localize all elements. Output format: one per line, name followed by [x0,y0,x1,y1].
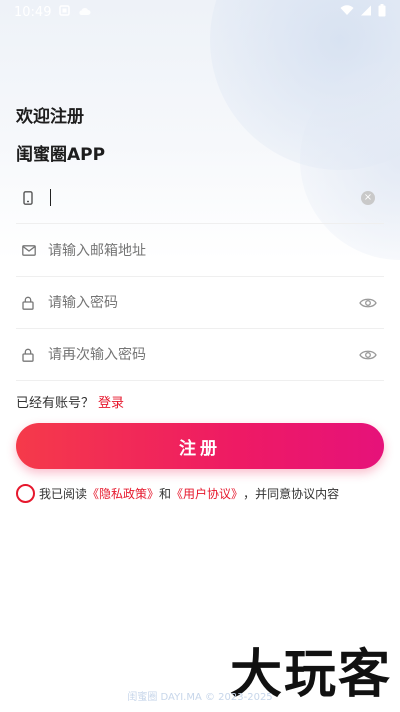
phone-field[interactable]: × [16,172,384,224]
user-agreement-link[interactable]: 《用户协议》 [171,485,243,502]
notification-icon [59,4,71,20]
status-bar: 10:49 [0,0,400,24]
phone-icon [22,190,42,205]
agreement-row: 我已阅读 《隐私政策》 和 《用户协议》 ，并同意协议内容 [16,484,339,503]
email-input[interactable] [48,242,384,259]
cloud-icon [78,5,91,20]
password-field[interactable] [16,277,384,329]
footer-copyright: 闺蜜圈 DAYI.MA © 2023-2025 [127,692,273,703]
email-field[interactable] [16,225,384,277]
confirm-password-input[interactable] [48,346,356,363]
welcome-title: 欢迎注册 [16,107,84,127]
agreement-and: 和 [159,487,172,501]
agreement-prefix: 我已阅读 [39,487,88,501]
privacy-policy-link[interactable]: 《隐私政策》 [87,485,159,502]
agreement-suffix: ，并同意协议内容 [243,487,340,501]
login-link[interactable]: 登录 [98,396,124,411]
register-button[interactable]: 注册 [16,423,384,469]
password-input[interactable] [48,294,356,311]
agreement-checkbox[interactable] [16,484,35,503]
toggle-confirm-password-visibility[interactable] [356,349,380,361]
eye-icon [359,298,377,307]
clear-icon: × [361,190,375,205]
lock-icon [22,296,42,310]
app-name-title: 闺蜜圈APP [16,145,106,165]
status-time: 10:49 [14,4,52,20]
lock-icon [22,348,42,362]
login-prompt-text: 已经有账号？ [16,396,95,411]
wifi-icon [340,4,354,20]
signal-icon [360,5,372,20]
toggle-password-visibility[interactable] [356,297,380,309]
eye-icon [359,350,377,359]
battery-icon [378,3,386,21]
clear-button[interactable]: × [356,190,380,205]
mail-icon [22,245,42,256]
phone-input[interactable] [48,189,356,206]
confirm-password-field[interactable] [16,329,384,381]
login-prompt: 已经有账号？ 登录 [16,392,124,411]
